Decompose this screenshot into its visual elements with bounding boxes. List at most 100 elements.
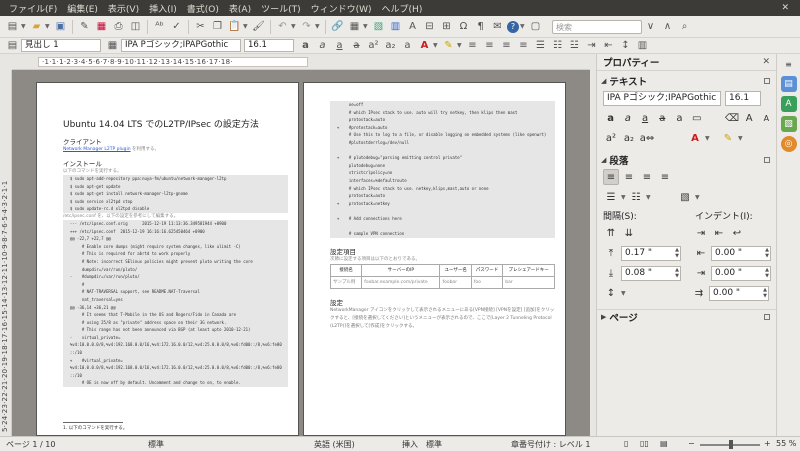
increase-indent-icon[interactable]: ⇥ <box>693 225 709 241</box>
strikethrough-icon[interactable]: a <box>655 110 670 126</box>
navigator-tab-icon[interactable]: ◎ <box>780 136 797 152</box>
font-size-combo[interactable]: 16.1 <box>244 39 294 52</box>
multi-page-view-icon[interactable]: ▯▯ <box>640 439 649 448</box>
highlight-dropdown[interactable]: ▼ <box>457 42 464 49</box>
sidebar-toggle-icon[interactable]: ▢ <box>528 19 543 34</box>
align-left-icon[interactable]: ≡ <box>603 169 619 185</box>
sidebar-menu-icon[interactable]: ≡ <box>781 56 797 72</box>
open-dropdown[interactable]: ▼ <box>45 23 52 30</box>
hanging-indent-icon[interactable]: ↩ <box>729 225 745 241</box>
heading-client[interactable]: クライアント <box>63 136 288 146</box>
align-center-icon[interactable]: ≡ <box>621 169 637 185</box>
outdent-icon[interactable]: ⇤ <box>601 38 616 53</box>
field-icon[interactable]: ⊞ <box>439 19 454 34</box>
section-paragraph-header[interactable]: ◢ 段落 <box>597 152 776 167</box>
clear-format-icon[interactable]: ⌫ <box>724 110 739 126</box>
table-dropdown[interactable]: ▼ <box>363 23 370 30</box>
numbering-dropdown[interactable]: ▼ <box>646 194 653 201</box>
numbering-icon[interactable]: ☷ <box>550 38 565 53</box>
redo-dropdown[interactable]: ▼ <box>315 23 322 30</box>
save-icon[interactable]: ▣ <box>53 19 68 34</box>
document-title[interactable]: Ubuntu 14.04 LTS でのL2TP/IPsec の設定方法 <box>63 117 288 130</box>
find-replace-icon[interactable]: ⌕ <box>677 19 692 34</box>
new-style-icon[interactable]: ▦ <box>105 38 120 53</box>
spin-arrows-icon[interactable]: ▲ ▼ <box>675 247 679 260</box>
paste-dropdown[interactable]: ▼ <box>243 23 250 30</box>
autospell-icon[interactable]: ✓ <box>169 19 184 34</box>
paragraph-style-combo[interactable]: 見出し 1 <box>21 39 101 52</box>
redo-icon[interactable]: ↷ <box>299 19 314 34</box>
menu-item[interactable]: ウィンドウ(W) <box>306 2 377 15</box>
underline-icon[interactable]: a <box>637 110 652 126</box>
book-view-icon[interactable]: ▤ <box>660 439 668 448</box>
align-center-icon[interactable]: ≡ <box>482 38 497 53</box>
insert-mode[interactable]: 挿入 <box>402 439 418 450</box>
menu-item[interactable]: 挿入(I) <box>144 2 182 15</box>
language[interactable]: 英語 (米国) <box>314 439 355 450</box>
more-options-icon[interactable] <box>764 77 770 84</box>
bold-icon[interactable]: a <box>603 110 618 126</box>
below-spacing-input[interactable]: 0.08 " ▲ ▼ <box>621 265 681 281</box>
zoom-out-icon[interactable]: − <box>688 439 695 448</box>
numbering-icon[interactable]: ☷ <box>628 189 644 205</box>
code-block-install[interactable]: $ sudo apt-add-repository ppa:nuya-fm/ub… <box>63 175 288 213</box>
align-right-icon[interactable]: ≡ <box>499 38 514 53</box>
page-1[interactable]: Ubuntu 14.04 LTS でのL2TP/IPsec の設定方法 クライア… <box>36 82 299 436</box>
font-color-dropdown[interactable]: ▼ <box>705 135 712 142</box>
undo-dropdown[interactable]: ▼ <box>291 23 298 30</box>
open-folder-icon[interactable]: ▰ <box>29 19 44 34</box>
bg-color-icon[interactable]: ▥ <box>635 38 650 53</box>
zoom-level[interactable]: 55 % <box>776 439 796 448</box>
line-spacing-icon[interactable]: ↕ <box>618 38 633 53</box>
new-document-icon[interactable]: ▤ <box>5 19 20 34</box>
above-spacing-input[interactable]: 0.17 " ▲ ▼ <box>621 245 681 261</box>
single-page-view-icon[interactable]: ▯ <box>624 439 628 448</box>
spin-arrows-icon[interactable]: ▲ ▼ <box>763 287 767 300</box>
page-2[interactable]: oe=off # which IPsec stack to use. auto … <box>303 82 566 436</box>
outline-icon[interactable]: ☳ <box>567 38 582 53</box>
bullets-icon[interactable]: ☰ <box>603 189 619 205</box>
outline-font-icon[interactable]: ▭ <box>689 110 704 126</box>
sidebar-font-size[interactable]: 16.1 <box>725 90 761 106</box>
paste-icon[interactable]: 📋 <box>227 19 242 34</box>
gallery-tab-icon[interactable]: ▧ <box>780 116 797 132</box>
underline-icon[interactable]: a <box>332 38 347 53</box>
menu-item[interactable]: 編集(E) <box>62 2 103 15</box>
indent-after-input[interactable]: 0.00 " ▲ ▼ <box>711 265 771 281</box>
paragraph-bg-dropdown[interactable]: ▼ <box>695 194 702 201</box>
indent-before-input[interactable]: 0.00 " ▲ ▼ <box>711 245 771 261</box>
document-area[interactable]: Ubuntu 14.04 LTS でのL2TP/IPsec の設定方法 クライア… <box>12 70 590 436</box>
zoom-slider-handle[interactable] <box>729 440 733 449</box>
code-block-conf[interactable]: --- /etc/ipsec.conf.orig 2015-12-19 11:1… <box>63 219 288 388</box>
spin-arrows-icon[interactable]: ▲ ▼ <box>675 267 679 280</box>
paragraph-bg-icon[interactable]: ▧ <box>677 189 693 205</box>
shadow-icon[interactable]: a <box>400 38 415 53</box>
cut-icon[interactable]: ✂ <box>193 19 208 34</box>
justify-icon[interactable]: ≡ <box>516 38 531 53</box>
font-name-combo[interactable]: IPA Pゴシック;IPAPGothic <box>121 39 241 52</box>
spin-arrows-icon[interactable]: ▲ ▼ <box>765 247 769 260</box>
heading-config[interactable]: 設定 <box>330 297 555 307</box>
print-icon[interactable]: ⎙ <box>111 19 126 34</box>
more-options-icon[interactable] <box>764 314 770 320</box>
menu-item[interactable]: ファイル(F) <box>4 2 62 15</box>
italic-icon[interactable]: a <box>315 38 330 53</box>
styles-tab-icon[interactable]: A <box>780 96 797 112</box>
horizontal-ruler[interactable]: ·1·1·1·2·3·4·5·6·7·8·9·10·11·12·13·14·15… <box>12 54 590 70</box>
more-options-icon[interactable] <box>764 156 770 163</box>
menu-item[interactable]: 表示(V) <box>103 2 144 15</box>
formatting-marks-icon[interactable]: ¶ <box>473 19 488 34</box>
find-next-icon[interactable]: ∧ <box>660 19 675 34</box>
indent-icon[interactable]: ⇥ <box>584 38 599 53</box>
export-pdf-icon[interactable]: ▦ <box>94 19 109 34</box>
align-left-icon[interactable]: ≡ <box>465 38 480 53</box>
section-text-header[interactable]: ◢ テキスト <box>597 73 776 88</box>
section-page-header[interactable]: ▶ ページ <box>597 309 776 324</box>
bold-icon[interactable]: a <box>298 38 313 53</box>
font-color-icon[interactable]: A <box>417 38 432 53</box>
bullets-icon[interactable]: ☰ <box>533 38 548 53</box>
properties-tab-icon[interactable]: ▤ <box>780 76 797 92</box>
grow-font-icon[interactable]: A <box>742 110 757 126</box>
line-spacing-icon[interactable]: ↕ <box>603 285 619 301</box>
hyperlink-icon[interactable]: 🔗 <box>330 19 345 34</box>
